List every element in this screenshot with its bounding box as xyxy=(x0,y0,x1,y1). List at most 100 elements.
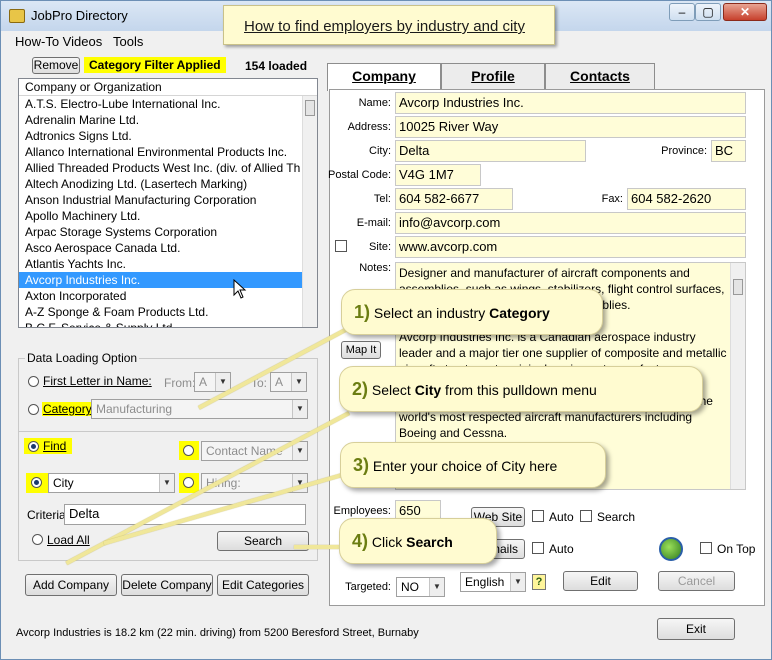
loaded-count: 154 loaded xyxy=(245,59,308,73)
delete-company-button[interactable]: Delete Company xyxy=(121,574,213,596)
city-select[interactable]: City ▼ xyxy=(48,473,175,493)
on-top-checkbox[interactable] xyxy=(700,542,712,554)
data-loading-label: Data Loading Option xyxy=(25,351,140,365)
list-item[interactable]: A-Z Sponge & Foam Products Ltd. xyxy=(19,304,303,320)
edit-categories-button[interactable]: Edit Categories xyxy=(217,574,309,596)
close-button[interactable]: ✕ xyxy=(723,3,767,21)
name-label: Name: xyxy=(358,97,391,109)
load-all-radio[interactable] xyxy=(32,534,43,545)
scroll-thumb[interactable] xyxy=(305,100,315,116)
exit-button[interactable]: Exit xyxy=(657,618,735,640)
tab-profile[interactable]: Profile xyxy=(441,63,545,89)
postal-code-field[interactable]: V4G 1M7 xyxy=(395,164,481,186)
notes-scroll-thumb[interactable] xyxy=(733,279,743,295)
province-field[interactable]: BC xyxy=(711,140,746,162)
list-item[interactable]: Avcorp Industries Inc. xyxy=(19,272,303,288)
address-label: Address: xyxy=(347,121,391,133)
list-item[interactable]: Allanco International Environmental Prod… xyxy=(19,144,303,160)
status-text: Avcorp Industries is 18.2 km (22 min. dr… xyxy=(16,627,419,639)
callout-step-2: 2) Select City from this pulldown menu xyxy=(339,366,703,412)
targeted-label: Targeted: xyxy=(345,581,391,593)
from-select[interactable]: A ▼ xyxy=(194,372,231,392)
list-item[interactable]: Altech Anodizing Ltd. (Lasertech Marking… xyxy=(19,176,303,192)
name-field[interactable]: Avcorp Industries Inc. xyxy=(395,92,746,114)
chevron-down-icon: ▼ xyxy=(291,373,306,391)
search-checkbox[interactable] xyxy=(580,510,592,522)
list-scrollbar[interactable] xyxy=(302,96,317,327)
chevron-down-icon: ▼ xyxy=(159,474,174,492)
callout-pointer-4 xyxy=(294,545,339,549)
menu-how-to-videos[interactable]: How-To Videos xyxy=(15,34,102,49)
tutorial-banner: How to find employers by industry and ci… xyxy=(223,5,555,45)
list-item[interactable]: Axton Incorporated xyxy=(19,288,303,304)
refresh-icon[interactable] xyxy=(659,537,683,561)
list-item[interactable]: B.C.F. Service & Supply Ltd. xyxy=(19,320,303,327)
app-window: JobPro Directory – ▢ ✕ How-To Videos Too… xyxy=(0,0,772,660)
maximize-button[interactable]: ▢ xyxy=(695,3,721,21)
list-item[interactable]: Anson Industrial Manufacturing Corporati… xyxy=(19,192,303,208)
list-item[interactable]: Allied Threaded Products West Inc. (div.… xyxy=(19,160,303,176)
auto-email-checkbox[interactable] xyxy=(532,542,544,554)
callout-step-3: 3) Enter your choice of City here xyxy=(340,442,606,488)
search-checkbox-label: Search xyxy=(597,510,636,524)
minimize-button[interactable]: – xyxy=(669,3,695,21)
on-top-label: On Top xyxy=(717,542,756,556)
find-radio[interactable] xyxy=(28,441,39,452)
list-item[interactable]: A.T.S. Electro-Lube International Inc. xyxy=(19,96,303,112)
contact-name-radio[interactable] xyxy=(183,445,194,456)
hiring-radio[interactable] xyxy=(183,477,194,488)
map-it-button[interactable]: Map It xyxy=(341,341,381,359)
city-label: City: xyxy=(369,145,391,157)
list-item[interactable]: Atlantis Yachts Inc. xyxy=(19,256,303,272)
list-column-header[interactable]: Company or Organization xyxy=(19,79,317,96)
load-all-label: Load All xyxy=(47,533,90,547)
site-field[interactable]: www.avcorp.com xyxy=(395,236,746,258)
site-label: Site: xyxy=(368,241,391,253)
fax-label: Fax: xyxy=(601,193,623,205)
list-item[interactable]: Apollo Machinery Ltd. xyxy=(19,208,303,224)
chevron-down-icon: ▼ xyxy=(429,578,444,596)
list-item[interactable]: Asco Aerospace Canada Ltd. xyxy=(19,240,303,256)
callout-step-1: 1) Select an industry Category xyxy=(341,289,603,335)
list-item[interactable]: Adtronics Signs Ltd. xyxy=(19,128,303,144)
email-field[interactable]: info@avcorp.com xyxy=(395,212,746,234)
menu-tools[interactable]: Tools xyxy=(113,34,143,49)
from-label: From: xyxy=(164,376,196,390)
fax-field[interactable]: 604 582-2620 xyxy=(627,188,746,210)
city-radio[interactable] xyxy=(31,477,42,488)
add-company-button[interactable]: Add Company xyxy=(25,574,117,596)
address-field[interactable]: 10025 River Way xyxy=(395,116,746,138)
help-icon[interactable]: ? xyxy=(532,574,546,590)
province-label: Province: xyxy=(661,145,707,157)
list-item[interactable]: Adrenalin Marine Ltd. xyxy=(19,112,303,128)
chevron-down-icon: ▼ xyxy=(292,400,307,418)
chevron-down-icon: ▼ xyxy=(510,573,525,591)
tel-field[interactable]: 604 582-6677 xyxy=(395,188,513,210)
remove-filter-button[interactable]: Remove xyxy=(32,57,80,74)
employees-label: Employees: xyxy=(333,505,391,517)
list-item[interactable]: Arpac Storage Systems Corporation xyxy=(19,224,303,240)
tab-contacts[interactable]: Contacts xyxy=(545,63,655,89)
category-radio[interactable] xyxy=(28,404,39,415)
notes-label: Notes: xyxy=(359,262,391,274)
city-field[interactable]: Delta xyxy=(395,140,586,162)
targeted-select[interactable]: NO ▼ xyxy=(396,577,445,597)
first-letter-label: First Letter in Name: xyxy=(43,374,152,388)
company-list[interactable]: Company or Organization A.T.S. Electro-L… xyxy=(18,78,318,328)
to-select[interactable]: A ▼ xyxy=(270,372,307,392)
find-label: Find xyxy=(43,439,67,453)
notes-scrollbar[interactable] xyxy=(730,263,745,489)
language-select[interactable]: English ▼ xyxy=(460,572,526,592)
edit-button[interactable]: Edit xyxy=(563,571,638,591)
category-label: Category: xyxy=(42,402,97,416)
cancel-button[interactable]: Cancel xyxy=(658,571,735,591)
auto-site-checkbox[interactable] xyxy=(532,510,544,522)
chevron-down-icon: ▼ xyxy=(215,373,230,391)
tab-company[interactable]: Company xyxy=(327,63,441,91)
auto-site-label: Auto xyxy=(549,510,574,524)
email-label: E-mail: xyxy=(356,217,391,229)
criteria-label: Criteria: xyxy=(27,508,70,522)
postal-code-label: Postal Code: xyxy=(328,169,391,181)
site-checkbox[interactable] xyxy=(335,240,347,252)
first-letter-radio[interactable] xyxy=(28,376,39,387)
